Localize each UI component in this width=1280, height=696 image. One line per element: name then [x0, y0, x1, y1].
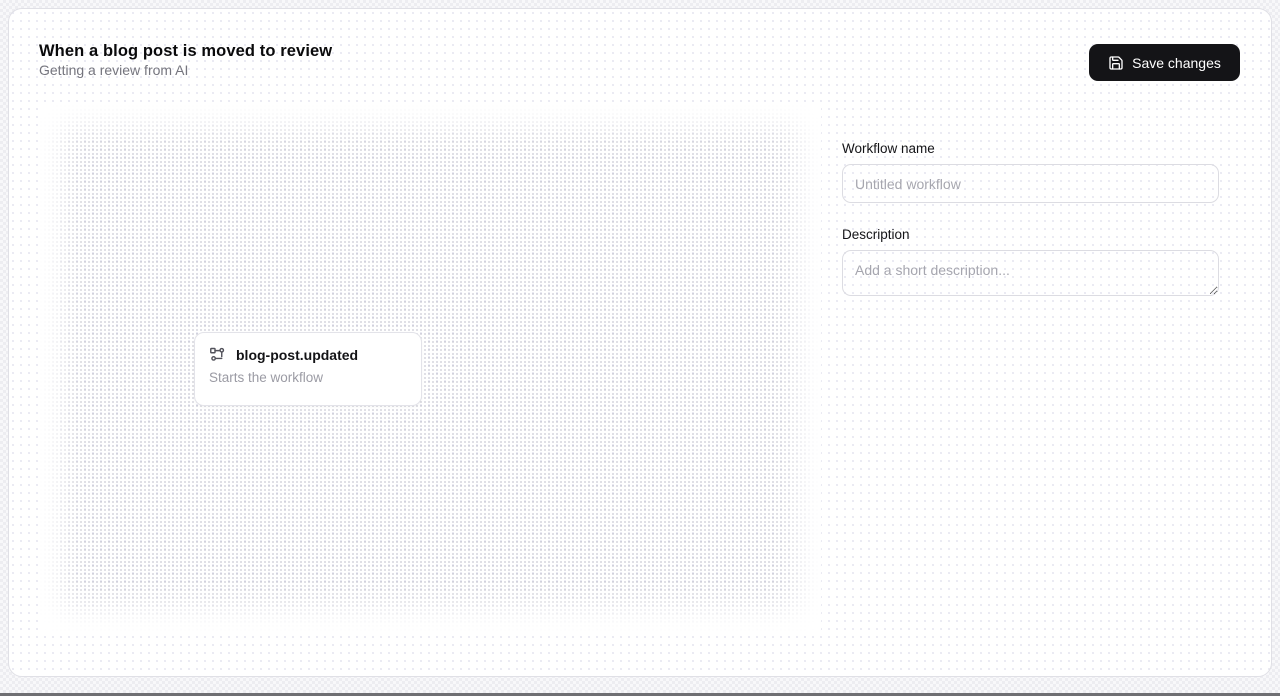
page-title: When a blog post is moved to review [39, 42, 332, 61]
workflow-trigger-icon [209, 346, 226, 363]
workflow-name-input[interactable] [842, 164, 1219, 203]
trigger-node[interactable]: blog-post.updated Starts the workflow [194, 332, 422, 406]
workflow-editor-card: When a blog post is moved to review Gett… [8, 8, 1272, 677]
workflow-name-label: Workflow name [842, 141, 1219, 156]
workflow-settings-panel: Workflow name Description [842, 141, 1219, 325]
trigger-node-title: blog-post.updated [236, 347, 358, 363]
save-changes-button[interactable]: Save changes [1089, 44, 1240, 81]
trigger-node-subtitle: Starts the workflow [209, 370, 405, 385]
description-label: Description [842, 227, 1219, 242]
description-textarea[interactable] [842, 250, 1219, 296]
page-subtitle: Getting a review from AI [39, 62, 188, 78]
workflow-canvas[interactable]: blog-post.updated Starts the workflow [39, 104, 821, 631]
save-icon [1108, 55, 1124, 71]
save-button-label: Save changes [1132, 55, 1221, 71]
